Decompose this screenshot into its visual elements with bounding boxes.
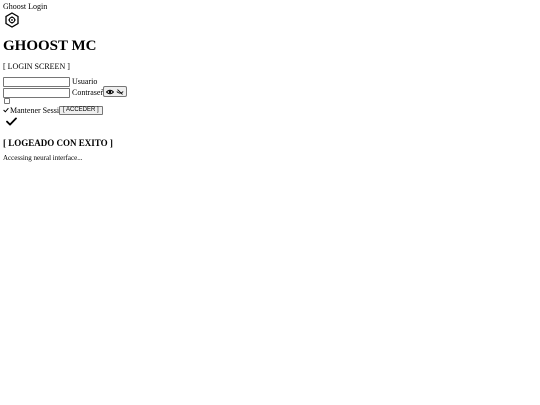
document-title: Ghoost Login — [3, 2, 48, 11]
remember-checkbox[interactable] — [4, 98, 10, 104]
toggle-password-button[interactable] — [103, 86, 127, 97]
gear-hexagon-icon — [4, 12, 20, 28]
screen-label: [ LOGIN SCREEN ] — [3, 62, 70, 71]
login-button[interactable]: [ ACCEDER ] — [59, 106, 103, 115]
success-title: [ LOGEADO CON EXITO ] — [3, 138, 113, 148]
eye-icon — [106, 89, 114, 95]
eye-slash-icon — [116, 88, 124, 95]
check-icon — [6, 117, 17, 126]
username-label: Usuario — [72, 77, 98, 86]
page-title: GHOOST MC — [3, 38, 97, 54]
username-input[interactable] — [3, 77, 70, 87]
password-input[interactable] — [3, 88, 70, 98]
status-text: Accessing neural interface... — [3, 154, 83, 162]
check-icon — [3, 107, 9, 113]
